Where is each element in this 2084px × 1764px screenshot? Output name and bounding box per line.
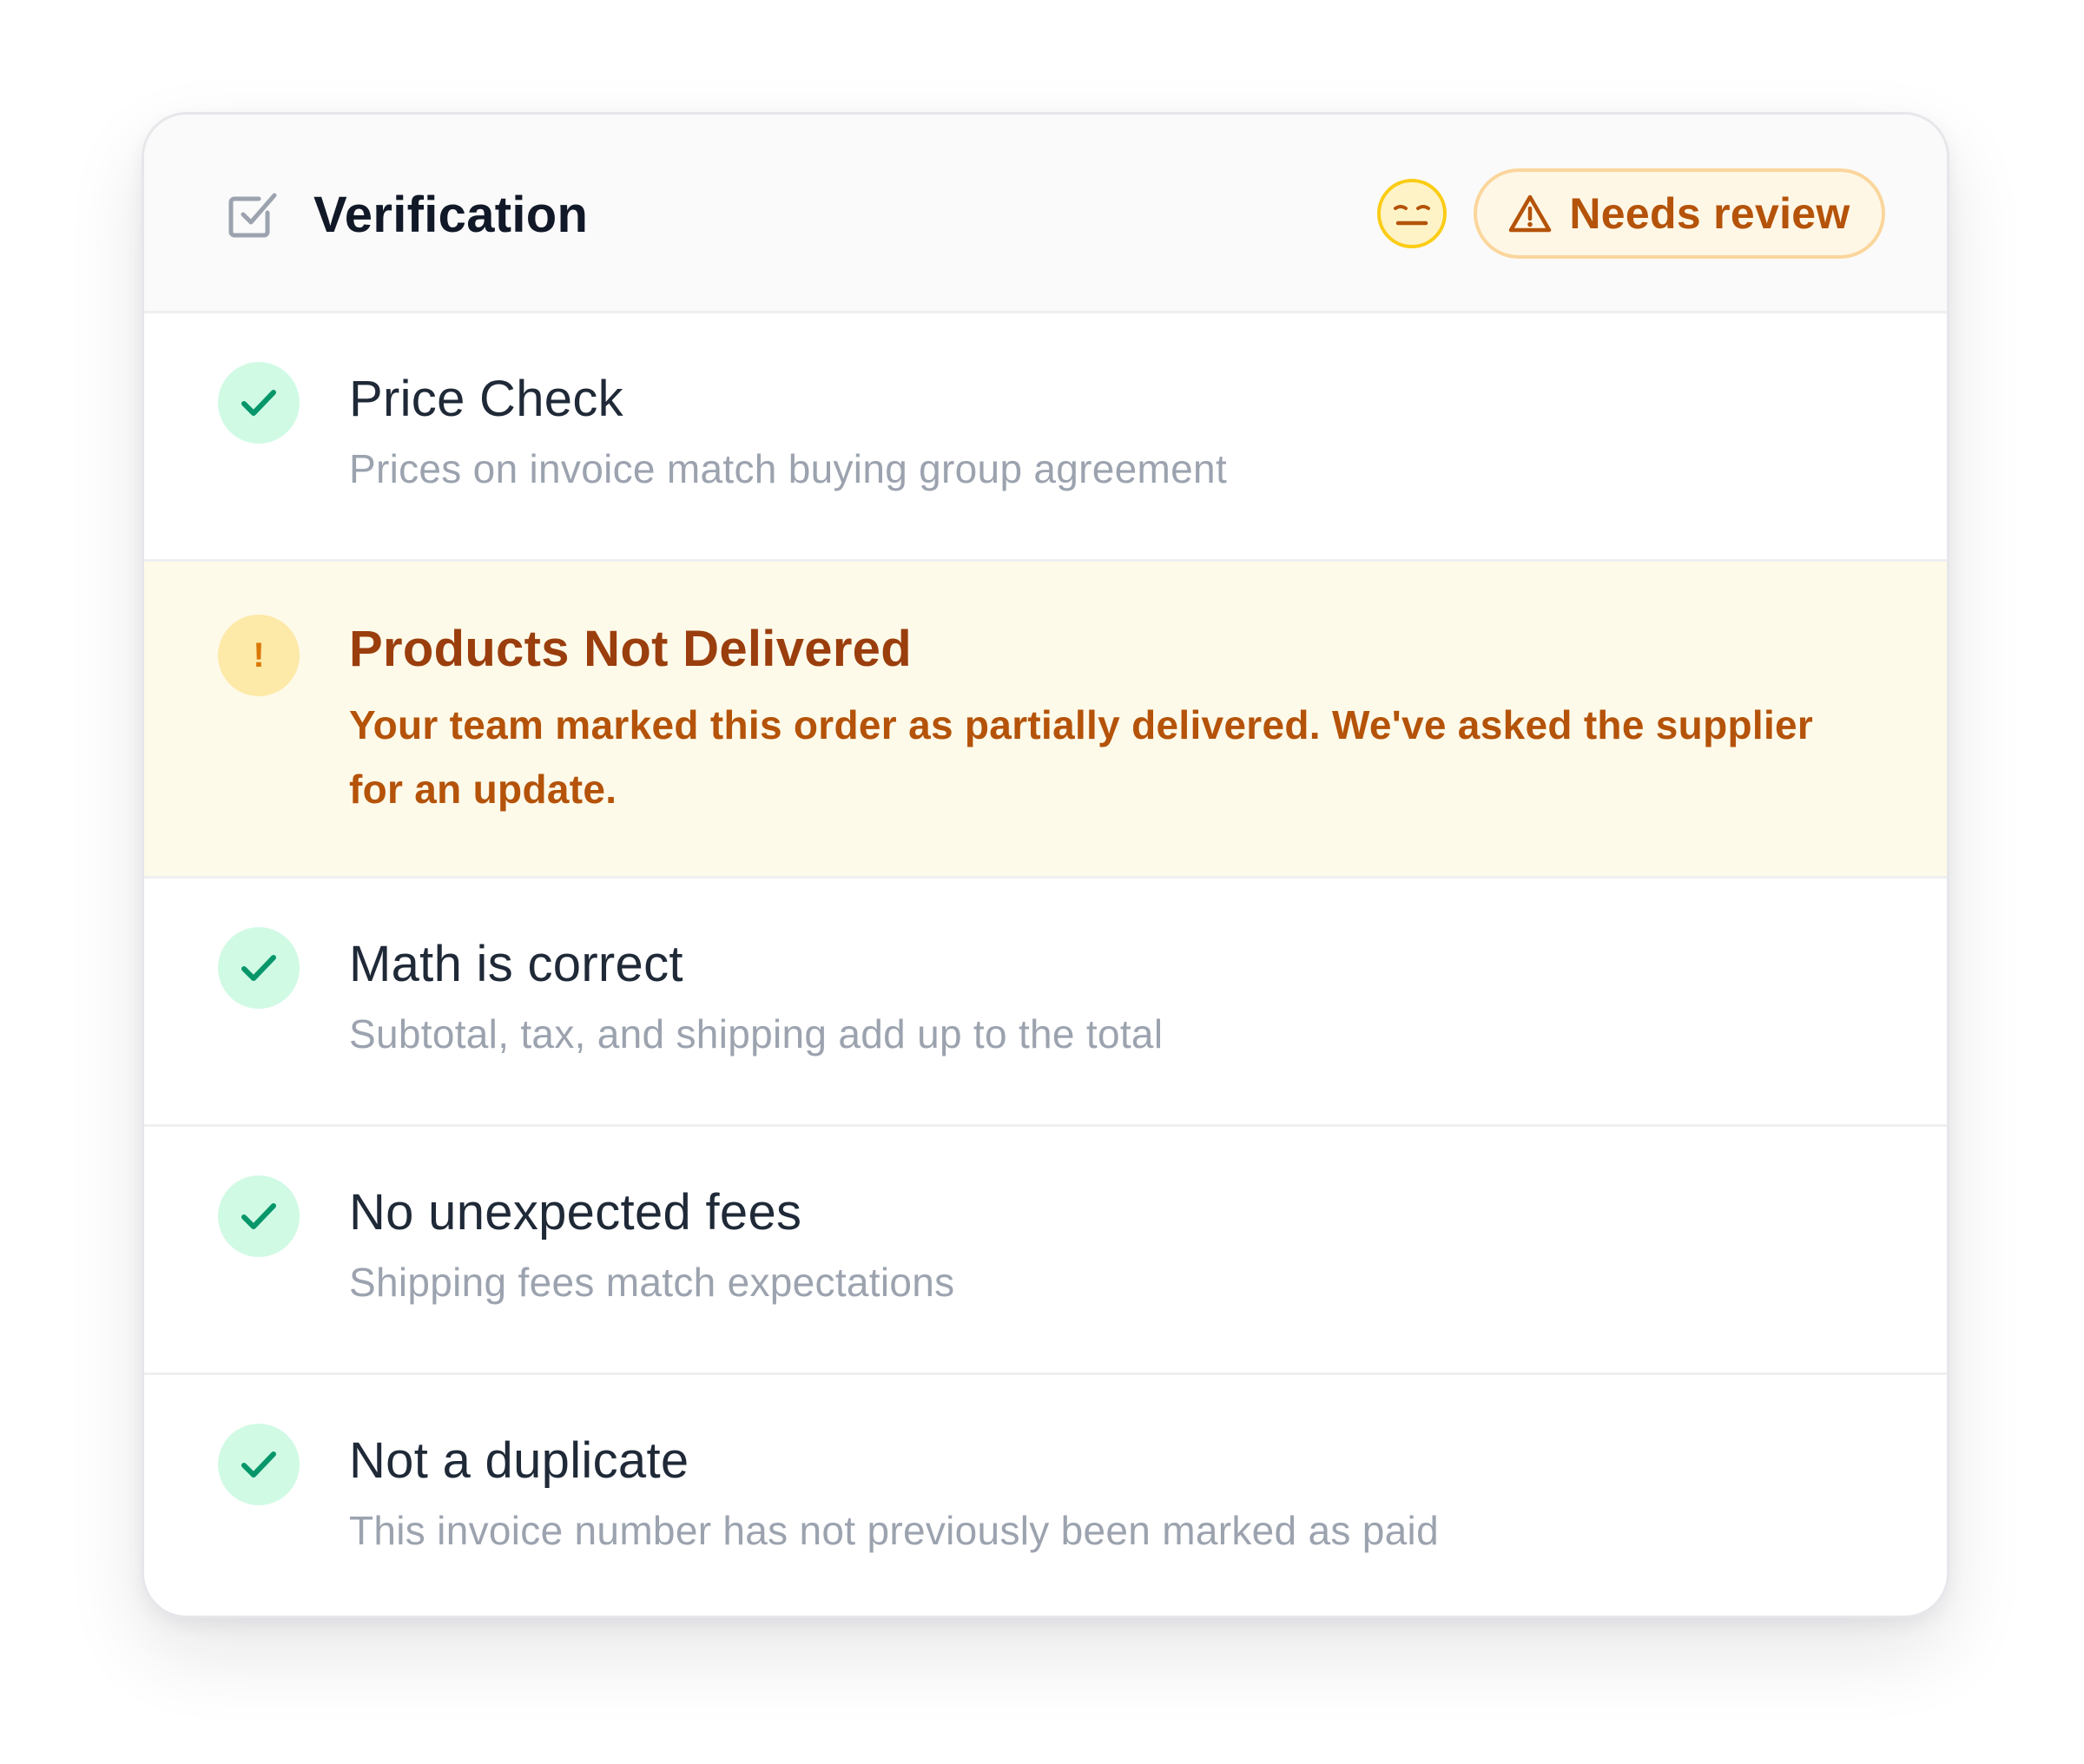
warning-triangle-icon bbox=[1509, 194, 1552, 233]
check-status-pass bbox=[218, 362, 300, 444]
page-title: Verification bbox=[313, 187, 589, 243]
checkmark-icon bbox=[241, 1451, 276, 1478]
neutral-face-icon bbox=[1377, 179, 1447, 248]
check-description: Your team marked this order as partially… bbox=[349, 702, 1814, 812]
exclamation-icon: ! bbox=[253, 636, 265, 675]
check-description: Shipping fees match expectations bbox=[349, 1260, 955, 1305]
check-title: Price Check bbox=[349, 371, 623, 427]
status-badge-label: Needs review bbox=[1569, 189, 1850, 238]
check-description: This invoice number has not previously b… bbox=[349, 1508, 1439, 1553]
check-row-products-not-delivered[interactable]: ! Products Not Delivered Your team marke… bbox=[144, 562, 1947, 879]
check-title: Math is correct bbox=[349, 936, 683, 992]
check-title: Products Not Delivered bbox=[349, 621, 912, 677]
status-badge[interactable]: Needs review bbox=[1474, 168, 1885, 259]
check-description: Prices on invoice match buying group agr… bbox=[349, 446, 1228, 491]
check-status-warning: ! bbox=[218, 615, 300, 696]
check-description: Subtotal, tax, and shipping add up to th… bbox=[349, 1011, 1164, 1056]
check-row-price-check: Price Check Prices on invoice match buyi… bbox=[144, 313, 1947, 562]
checkmark-icon bbox=[241, 390, 276, 416]
checkmark-icon bbox=[241, 955, 276, 981]
card-header: Verification Needs review bbox=[144, 115, 1947, 313]
check-row-math-correct: Math is correct Subtotal, tax, and shipp… bbox=[144, 879, 1947, 1127]
checkbox-icon bbox=[228, 193, 277, 238]
verification-card: Verification Needs review Price Check Pr… bbox=[142, 112, 1949, 1618]
check-status-pass bbox=[218, 1175, 300, 1257]
check-status-pass bbox=[218, 1424, 300, 1505]
checkmark-icon bbox=[241, 1203, 276, 1229]
check-row-no-unexpected-fees: No unexpected fees Shipping fees match e… bbox=[144, 1127, 1947, 1375]
check-row-not-duplicate: Not a duplicate This invoice number has … bbox=[144, 1375, 1947, 1616]
check-title: No unexpected fees bbox=[349, 1184, 802, 1241]
check-title: Not a duplicate bbox=[349, 1432, 689, 1489]
check-status-pass bbox=[218, 927, 300, 1009]
